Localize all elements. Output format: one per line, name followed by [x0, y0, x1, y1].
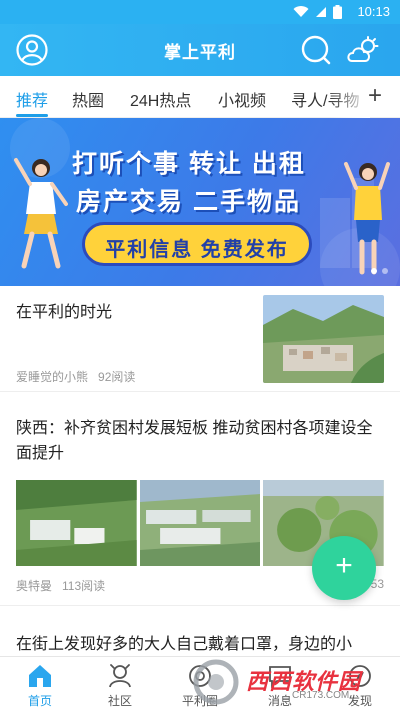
article-card[interactable]: 在平利的时光 爱睡觉的小熊 92阅读 [0, 286, 400, 392]
tab-short-video[interactable]: 小视频 [218, 87, 266, 111]
site-watermark: 西西软件园 CR173.COM [188, 658, 388, 706]
signal-icon [316, 7, 326, 17]
app-title: 掌上平利 [164, 43, 236, 62]
banner-headline-1: 打听个事 转让 出租 [72, 150, 306, 178]
article-title: 在街上发现好多的大人自己戴着口罩，身边的小 [16, 636, 353, 653]
battery-icon [333, 5, 342, 19]
article-image [16, 480, 137, 566]
publish-fab-button[interactable]: + [312, 536, 376, 600]
status-bar: 10:13 [0, 0, 400, 24]
tab-24h-hot[interactable]: 24H热点 [130, 87, 191, 111]
article-reads: 92阅读 [98, 370, 136, 384]
promo-banner[interactable]: 打听个事 转让 出租 房产交易 二手物品 平利信息 免费发布 [0, 118, 400, 286]
article-author: 爱睡觉的小熊 [16, 370, 89, 384]
app-header: 掌上平利 [0, 24, 400, 76]
tabs-more-button[interactable]: + [368, 82, 382, 110]
banner-cta-pill: 平利信息 免费发布 [82, 222, 312, 266]
search-icon[interactable] [300, 34, 332, 66]
nav-home[interactable]: 首页 [0, 657, 80, 711]
feed-gap [0, 392, 400, 406]
nav-community[interactable]: 社区 [80, 657, 160, 711]
banner-cta-text: 平利信息 免费发布 [105, 239, 289, 261]
article-image [139, 480, 261, 566]
watermark-logo [193, 659, 239, 705]
pager-dot [382, 268, 388, 274]
article-reads: 113阅读 [62, 579, 106, 593]
article-title: 陕西：补齐贫困村发展短板 推动贫困村各项建设全面提升 [16, 420, 373, 462]
wifi-icon [293, 6, 309, 18]
tabs-fade [330, 76, 370, 118]
article-meta: 爱睡觉的小熊 92阅读 [16, 368, 135, 385]
nav-label: 社区 [107, 694, 132, 708]
pager-dot [371, 268, 377, 274]
banner-girl-illustration [14, 158, 68, 269]
tab-recommend[interactable]: 推荐 [16, 87, 48, 111]
weather-icon[interactable] [346, 36, 380, 64]
category-tabs: 推荐 热圈 24H热点 小视频 寻人/寻物 + [0, 76, 400, 118]
home-icon [29, 665, 51, 687]
nav-label: 首页 [27, 694, 52, 708]
banner-pager [371, 268, 388, 274]
community-icon [109, 664, 131, 688]
watermark-url: CR173.COM [292, 690, 350, 701]
tab-hot-circle[interactable]: 热圈 [72, 87, 104, 111]
banner-headline-2: 房产交易 二手物品 [76, 188, 301, 216]
banner-girl-illustration-right [344, 162, 390, 275]
article-author: 奥特曼 [16, 579, 53, 593]
article-thumbnail [263, 295, 384, 383]
status-time: 10:13 [357, 4, 390, 19]
status-icons [293, 5, 342, 19]
plus-icon: + [335, 549, 353, 582]
active-tab-indicator [16, 114, 48, 117]
article-title: 在平利的时光 [16, 304, 113, 321]
